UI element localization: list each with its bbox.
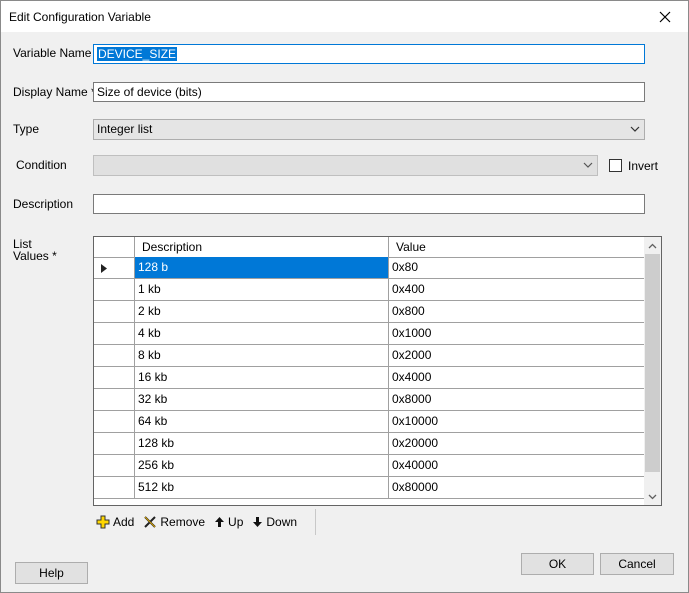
display-name-label: Display Name * [13,85,96,99]
chevron-down-icon [583,162,593,168]
down-label: Down [266,515,298,529]
title-bar: Edit Configuration Variable [1,1,688,32]
row-header[interactable] [94,477,135,499]
table-row[interactable]: 1 kb 0x400 [94,279,645,301]
up-label: Up [228,515,244,529]
row-header[interactable] [94,367,135,389]
row-header[interactable] [94,345,135,367]
description-label: Description [13,197,74,211]
row-header[interactable] [94,323,135,345]
condition-label: Condition [16,158,67,172]
window-title: Edit Configuration Variable [9,10,151,24]
plus-icon [96,515,110,529]
row-header-corner [94,237,135,257]
value-cell[interactable]: 0x80 [389,257,645,279]
value-cell[interactable]: 0x20000 [389,433,645,455]
table-row[interactable]: 64 kb 0x10000 [94,411,645,433]
grid-header: Description Value [94,237,645,258]
row-header[interactable] [94,411,135,433]
table-row[interactable]: 32 kb 0x8000 [94,389,645,411]
cancel-button[interactable]: Cancel [600,553,674,575]
description-cell[interactable]: 512 kb [135,477,389,499]
description-cell[interactable]: 256 kb [135,455,389,477]
description-cell[interactable]: 2 kb [135,301,389,323]
table-row[interactable]: 16 kb 0x4000 [94,367,645,389]
column-header-value[interactable]: Value [389,237,645,257]
invert-label: Invert [628,159,659,173]
column-header-description[interactable]: Description [135,237,389,257]
description-cell[interactable]: 128 b [135,257,389,279]
scroll-down-button[interactable] [644,488,661,505]
type-label: Type [13,122,40,136]
table-row[interactable]: 8 kb 0x2000 [94,345,645,367]
ok-button[interactable]: OK [521,553,594,575]
row-header[interactable] [94,257,135,279]
dialog-window: Edit Configuration Variable Variable Nam… [0,0,689,593]
variable-name-input[interactable]: DEVICE_SIZE [93,44,645,64]
help-button[interactable]: Help [15,562,88,584]
current-row-indicator-icon [101,264,107,273]
value-cell[interactable]: 0x1000 [389,323,645,345]
value-cell[interactable]: 0x8000 [389,389,645,411]
add-button[interactable]: Add [96,515,134,529]
type-value: Integer list [97,122,153,136]
scroll-thumb[interactable] [645,254,660,472]
remove-label: Remove [160,515,206,529]
table-row[interactable]: 4 kb 0x1000 [94,323,645,345]
value-cell[interactable]: 0x2000 [389,345,645,367]
display-name-input[interactable]: Size of device (bits) [93,82,645,102]
type-select[interactable]: Integer list [93,119,645,140]
row-header[interactable] [94,389,135,411]
display-name-value: Size of device (bits) [97,85,202,99]
description-cell[interactable]: 8 kb [135,345,389,367]
value-cell[interactable]: 0x10000 [389,411,645,433]
invert-checkbox[interactable] [609,159,622,172]
description-cell[interactable]: 128 kb [135,433,389,455]
variable-name-label: Variable Name * [13,46,100,60]
table-row[interactable]: 128 b 0x80 [94,257,645,279]
up-button[interactable]: Up [214,515,243,529]
value-cell[interactable]: 0x40000 [389,455,645,477]
chevron-down-icon [648,494,657,499]
arrow-down-icon [253,517,263,527]
description-cell[interactable]: 64 kb [135,411,389,433]
value-cell[interactable]: 0x800 [389,301,645,323]
scroll-up-button[interactable] [644,237,661,254]
description-cell[interactable]: 32 kb [135,389,389,411]
close-icon [659,11,671,22]
remove-x-icon [144,516,157,528]
value-cell[interactable]: 0x80000 [389,477,645,499]
table-row[interactable]: 256 kb 0x40000 [94,455,645,477]
row-header[interactable] [94,279,135,301]
description-cell[interactable]: 4 kb [135,323,389,345]
table-row[interactable]: 128 kb 0x20000 [94,433,645,455]
close-button[interactable] [642,1,688,32]
down-button[interactable]: Down [252,515,297,529]
grid-rows: 128 b 0x80 1 kb 0x400 2 kb 0x800 4 kb 0x1000 8 k… [94,257,645,499]
add-label: Add [113,515,135,529]
row-header[interactable] [94,455,135,477]
list-toolbar: Add Remove Up Down [93,509,316,535]
description-input[interactable] [93,194,645,214]
value-cell[interactable]: 0x400 [389,279,645,301]
variable-name-value: DEVICE_SIZE [97,47,178,61]
arrow-up-icon [215,517,225,527]
table-row[interactable]: 512 kb 0x80000 [94,477,645,499]
remove-button[interactable]: Remove [143,515,205,529]
description-cell[interactable]: 1 kb [135,279,389,301]
chevron-down-icon [630,126,640,132]
value-cell[interactable]: 0x4000 [389,367,645,389]
grid-scrollbar[interactable] [644,237,661,505]
row-header[interactable] [94,301,135,323]
list-values-grid[interactable]: Description Value 128 b 0x80 1 kb 0x400 2 kb… [93,236,662,506]
row-header[interactable] [94,433,135,455]
table-row[interactable]: 2 kb 0x800 [94,301,645,323]
description-cell[interactable]: 16 kb [135,367,389,389]
condition-select[interactable] [93,155,598,176]
list-values-label-line2: Values * [13,249,57,263]
chevron-up-icon [648,243,657,248]
